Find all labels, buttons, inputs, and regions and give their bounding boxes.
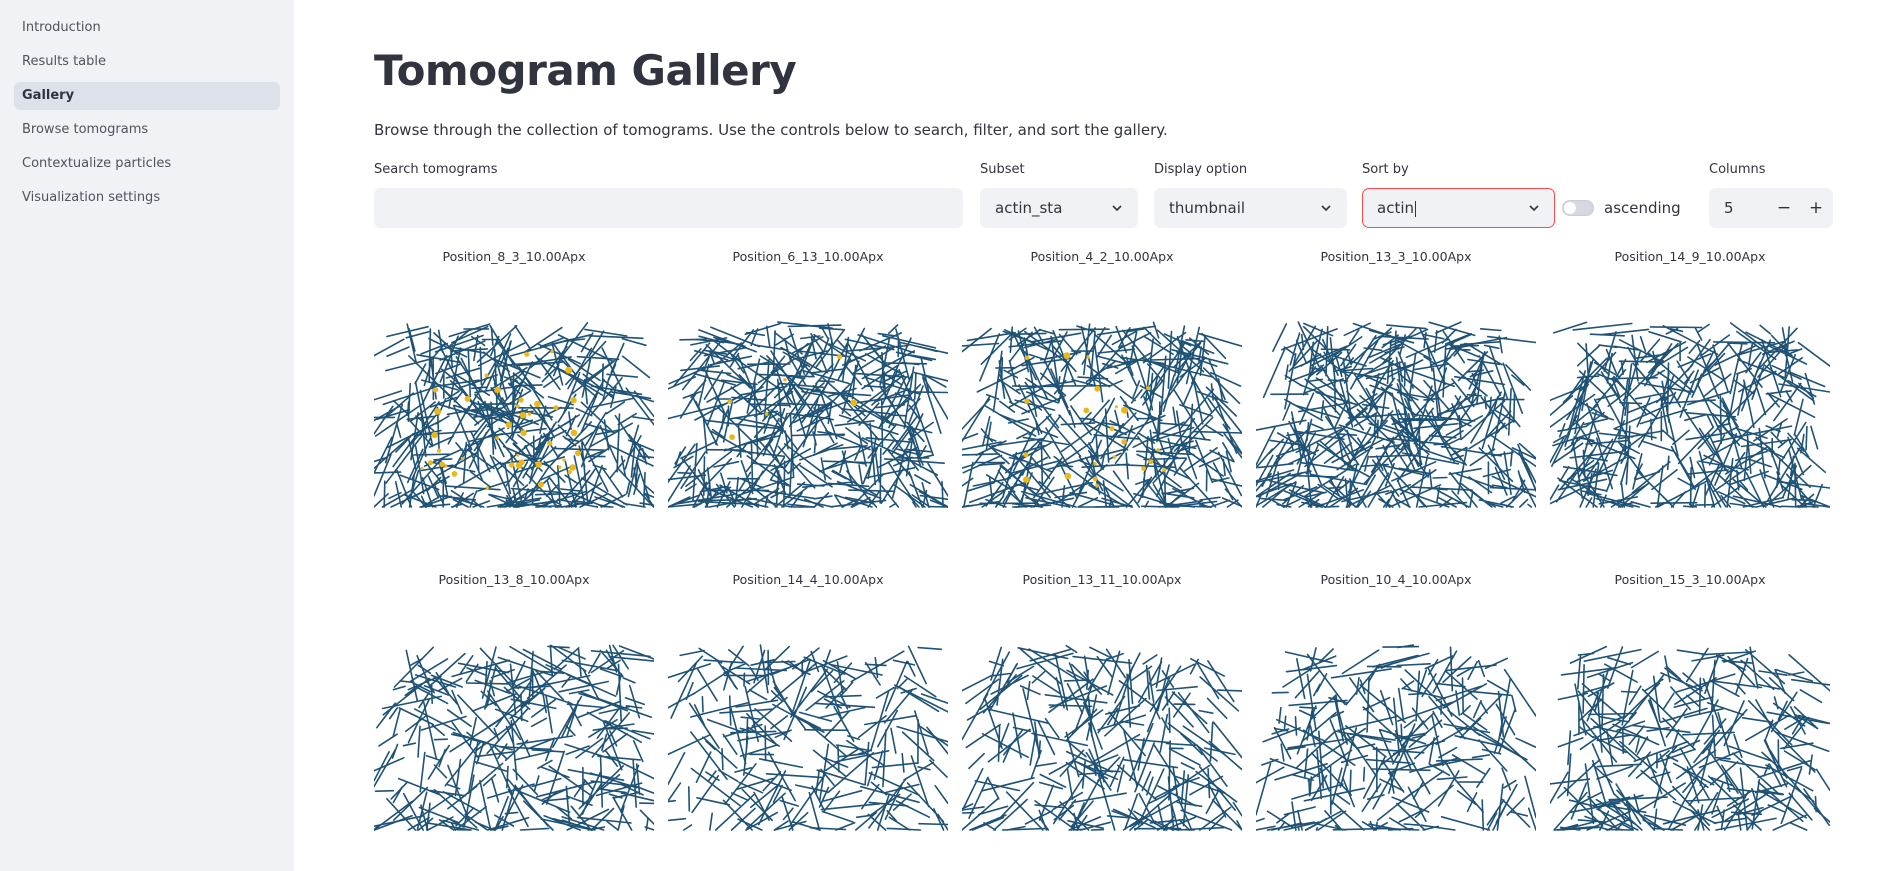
toggle-knob	[1564, 202, 1576, 214]
tile-title: Position_13_11_10.00Apx	[1022, 572, 1182, 587]
display-option-select[interactable]: thumbnail	[1154, 188, 1347, 228]
gallery-tile[interactable]: Position_13_8_10.00Apx	[374, 571, 654, 871]
text-caret	[1415, 200, 1416, 217]
tomogram-thumbnail[interactable]	[668, 282, 948, 542]
tile-title: Position_4_2_10.00Apx	[1030, 249, 1174, 264]
decrement-button[interactable]: −	[1768, 189, 1800, 227]
sidebar-item-browse-tomograms[interactable]: Browse tomograms	[14, 116, 280, 144]
sidebar: Introduction Results table Gallery Brows…	[0, 0, 294, 871]
gallery-tile[interactable]: Position_8_3_10.00Apx	[374, 248, 654, 548]
sidebar-item-visualization-settings[interactable]: Visualization settings	[14, 184, 280, 212]
gallery-tile[interactable]: Position_6_13_10.00Apx	[668, 248, 948, 548]
tomogram-thumbnail[interactable]	[1256, 282, 1536, 542]
tile-title: Position_14_9_10.00Apx	[1614, 249, 1766, 264]
chevron-down-icon	[1112, 205, 1122, 212]
chevron-down-icon	[1529, 205, 1539, 212]
tomogram-thumbnail[interactable]	[668, 605, 948, 865]
subset-value: actin_sta	[995, 199, 1063, 217]
subset-select[interactable]: actin_sta	[980, 188, 1138, 228]
tomogram-thumbnail[interactable]	[1256, 605, 1536, 865]
tile-title: Position_15_3_10.00Apx	[1614, 572, 1766, 587]
gallery-tile[interactable]: Position_15_3_10.00Apx	[1550, 571, 1830, 871]
sidebar-item-contextualize-particles[interactable]: Contextualize particles	[14, 150, 280, 178]
tomogram-thumbnail[interactable]	[374, 282, 654, 542]
display-option-value: thumbnail	[1169, 199, 1246, 217]
gallery-tile[interactable]: Position_13_3_10.00Apx	[1256, 248, 1536, 548]
tomogram-thumbnail[interactable]	[1550, 282, 1830, 542]
gallery-tile[interactable]: Position_10_4_10.00Apx	[1256, 571, 1536, 871]
increment-button[interactable]: +	[1800, 189, 1832, 227]
sort-by-select[interactable]: actin	[1362, 188, 1555, 228]
gallery-tile[interactable]: Position_14_9_10.00Apx	[1550, 248, 1830, 548]
columns-number-input[interactable]: 5 − +	[1709, 188, 1833, 228]
ascending-toggle[interactable]: ascending	[1562, 196, 1681, 220]
search-label: Search tomograms	[374, 162, 498, 177]
columns-value[interactable]: 5	[1724, 199, 1768, 217]
tile-title: Position_10_4_10.00Apx	[1320, 572, 1472, 587]
tomogram-thumbnail[interactable]	[962, 282, 1242, 542]
tile-title: Position_13_3_10.00Apx	[1320, 249, 1472, 264]
sort-by-value: actin	[1377, 199, 1414, 217]
gallery-tile[interactable]: Position_13_11_10.00Apx	[962, 571, 1242, 871]
tile-title: Position_8_3_10.00Apx	[442, 249, 586, 264]
search-input[interactable]	[374, 188, 963, 228]
chevron-down-icon	[1321, 205, 1331, 212]
tomogram-thumbnail[interactable]	[962, 605, 1242, 865]
sort-by-label: Sort by	[1362, 162, 1409, 177]
tomogram-thumbnail[interactable]	[1550, 605, 1830, 865]
gallery-tile[interactable]: Position_14_4_10.00Apx	[668, 571, 948, 871]
page-description: Browse through the collection of tomogra…	[374, 121, 1168, 139]
tile-title: Position_14_4_10.00Apx	[732, 572, 884, 587]
ascending-label: ascending	[1604, 199, 1681, 217]
subset-label: Subset	[980, 162, 1025, 177]
tomogram-thumbnail[interactable]	[374, 605, 654, 865]
sidebar-item-results-table[interactable]: Results table	[14, 48, 280, 76]
columns-label: Columns	[1709, 162, 1766, 177]
sidebar-item-gallery[interactable]: Gallery	[14, 82, 280, 110]
tile-title: Position_6_13_10.00Apx	[732, 249, 884, 264]
tile-title: Position_13_8_10.00Apx	[438, 572, 590, 587]
main-content: Tomogram Gallery Browse through the coll…	[374, 0, 1834, 871]
gallery-tile[interactable]: Position_4_2_10.00Apx	[962, 248, 1242, 548]
sidebar-item-introduction[interactable]: Introduction	[14, 14, 280, 42]
display-option-label: Display option	[1154, 162, 1248, 177]
toggle-track[interactable]	[1562, 200, 1594, 216]
page-title: Tomogram Gallery	[374, 46, 797, 95]
